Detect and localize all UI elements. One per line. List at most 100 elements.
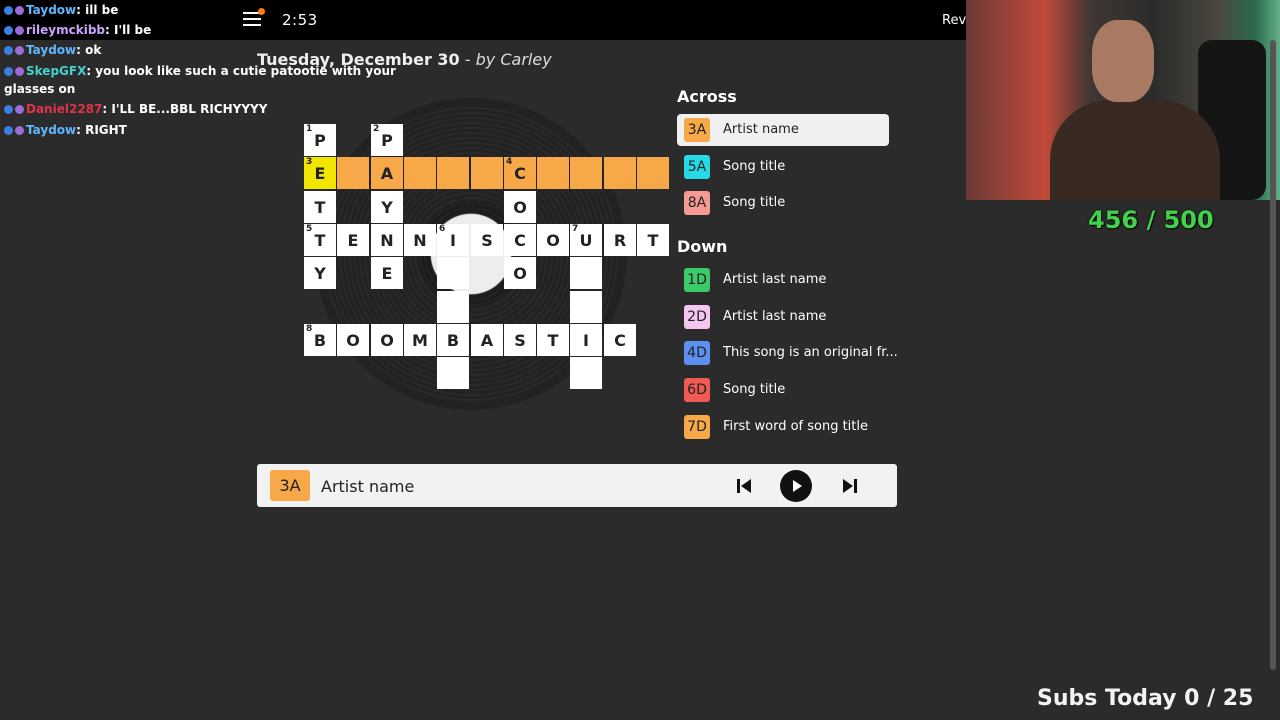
cell-letter: A [480,330,494,350]
grid-cell[interactable] [337,157,369,189]
grid-cell[interactable]: B [437,324,469,356]
clue-4d[interactable]: 4D This song is an original fr... [677,337,898,369]
grid-cell[interactable]: C [604,324,636,356]
cell-letter: A [380,163,394,183]
grid-cell[interactable]: O [337,324,369,356]
grid-cell[interactable] [437,291,469,323]
grid-cell[interactable] [437,357,469,389]
grid-cell[interactable]: S [504,324,536,356]
chat-badge-icon [4,46,13,55]
cell-letter: I [583,330,589,350]
cell-letter: P [381,130,393,150]
grid-cell[interactable] [604,157,636,189]
grid-cell[interactable] [537,157,569,189]
chat-text: : I'LL BE...BBL RICHYYYY [102,102,268,116]
clue-text: This song is an original fr... [723,345,898,361]
cell-number: 7 [572,224,579,234]
reveal-button[interactable]: Rev [942,13,966,28]
grid-cell[interactable]: T [304,191,336,223]
clue-id-badge: 3A [684,118,710,142]
chat-text: : RIGHT [76,123,127,137]
grid-cell[interactable]: T [537,324,569,356]
cell-letter: C [514,163,526,183]
chat-badge-icon [15,67,24,76]
clue-text: Artist last name [723,272,827,287]
chat-message: Taydow: RIGHT [4,120,127,140]
grid-cell[interactable]: 6I [437,224,469,256]
cell-number: 6 [439,224,446,234]
grid-cell[interactable]: N [404,224,436,256]
clue-5a[interactable]: 5A Song title [677,151,889,183]
scrollbar[interactable] [1270,40,1276,670]
chat-badge-icon [15,46,24,55]
skip-back-icon[interactable] [733,475,755,497]
clue-8a[interactable]: 8A Song title [677,187,889,219]
clue-text: First word of song title [723,418,869,434]
chat-username[interactable]: Taydow [26,43,76,57]
grid-cell[interactable]: O [371,324,403,356]
grid-cell[interactable] [404,157,436,189]
hamburger-menu-icon[interactable] [243,12,261,28]
score-counter: 456 / 500 [1088,206,1214,234]
chat-username[interactable]: Taydow [26,123,76,137]
grid-cell[interactable]: O [537,224,569,256]
cell-letter: S [481,230,493,250]
cell-letter: U [579,230,593,250]
chat-username[interactable]: rileymckibb [26,23,105,37]
subs-today: Subs Today 0 / 25 [1037,686,1254,711]
grid-cell[interactable] [570,157,602,189]
grid-cell[interactable]: E [337,224,369,256]
clue-text: Song title [723,195,786,211]
chat-text: : ok [76,43,102,57]
chat-message: glasses on [4,79,75,99]
grid-cell[interactable]: Y [371,191,403,223]
grid-cell[interactable]: O [504,257,536,289]
grid-cell[interactable]: 7U [570,224,602,256]
grid-cell[interactable]: A [471,324,503,356]
webcam-overlay [966,0,1280,200]
grid-cell[interactable]: 4C [504,157,536,189]
grid-cell[interactable]: C [504,224,536,256]
cell-letter: Y [381,197,393,217]
play-button[interactable] [780,470,812,502]
clue-6d[interactable]: 6D Song title [677,374,889,406]
chat-username[interactable]: SkepGFX [26,64,86,78]
grid-cell[interactable]: 5T [304,224,336,256]
grid-cell[interactable] [637,157,669,189]
skip-forward-icon[interactable] [839,475,861,497]
grid-cell[interactable]: N [371,224,403,256]
cell-number: 2 [373,124,380,134]
grid-cell[interactable]: O [504,191,536,223]
grid-cell[interactable]: M [404,324,436,356]
grid-cell[interactable] [437,257,469,289]
grid-cell[interactable]: E [371,257,403,289]
grid-cell[interactable] [570,291,602,323]
clue-7d[interactable]: 7D First word of song title [677,411,889,443]
grid-cell[interactable]: T [637,224,669,256]
timer: 2:53 [282,11,318,29]
cell-letter: O [380,330,394,350]
grid-cell[interactable]: A [371,157,403,189]
cell-letter: I [450,230,456,250]
grid-cell[interactable] [437,157,469,189]
grid-cell[interactable] [570,257,602,289]
chat-username[interactable]: Taydow [26,3,76,17]
grid-cell[interactable]: 1P [304,124,336,156]
grid-cell[interactable] [570,357,602,389]
grid-cell[interactable]: S [471,224,503,256]
chat-text: : I'll be [105,23,152,37]
grid-cell[interactable]: 8B [304,324,336,356]
current-clue-id: 3A [270,470,310,501]
clue-2d[interactable]: 2D Artist last name [677,301,889,333]
cell-letter: E [347,230,359,250]
grid-cell[interactable]: I [570,324,602,356]
grid-cell[interactable]: Y [304,257,336,289]
chat-username[interactable]: Daniel2287 [26,102,102,116]
clue-1d[interactable]: 1D Artist last name [677,264,889,296]
grid-cell[interactable]: R [604,224,636,256]
grid-cell[interactable]: 2P [371,124,403,156]
clue-3a[interactable]: 3A Artist name [677,114,889,146]
cell-number: 3 [306,157,313,167]
grid-cell[interactable] [471,157,503,189]
grid-cell[interactable]: 3E [304,157,336,189]
